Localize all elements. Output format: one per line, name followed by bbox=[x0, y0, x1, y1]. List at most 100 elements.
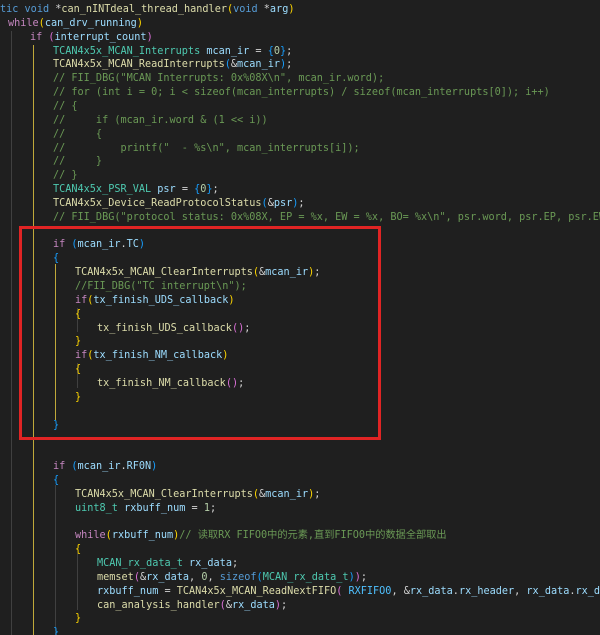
code-line: } bbox=[75, 391, 81, 405]
code-line: // FII_DBG("MCAN Interrupts: 0x%08X\n", … bbox=[53, 72, 384, 86]
code-token: // FII_DBG("protocol status: 0x%08X, EP … bbox=[53, 211, 600, 223]
code-line: memset(&rx_data, 0, sizeof(MCAN_rx_data_… bbox=[97, 571, 367, 585]
code-token: MCAN_rx_data_t bbox=[262, 571, 349, 583]
code-token: // FII_DBG("MCAN Interrupts: 0x%08X\n", … bbox=[53, 73, 385, 85]
code-line: MCAN_rx_data_t rx_data; bbox=[97, 557, 238, 571]
code-line: //FII_DBG("TC interrupt\n"); bbox=[75, 280, 247, 294]
code-token: ; bbox=[314, 267, 321, 279]
code-token: rx_data bbox=[189, 558, 232, 569]
code-token: interrupt_count bbox=[54, 31, 147, 43]
code-token: rx_data bbox=[409, 585, 453, 597]
code-editor[interactable]: tic void *can_nINTdeal_thread_handler(vo… bbox=[0, 0, 600, 635]
code-token: rxbuff_num bbox=[124, 502, 192, 514]
code-token: = bbox=[164, 585, 177, 597]
code-line: rxbuff_num = TCAN4x5x_MCAN_ReadNextFIFO(… bbox=[97, 585, 600, 599]
code-line: if (mcan_ir.RF0N) bbox=[53, 460, 157, 474]
indent-guide bbox=[55, 485, 56, 635]
code-token: TCAN4x5x_Device_ReadProtocolStatus bbox=[53, 197, 262, 209]
code-token: can_analysis_handler bbox=[97, 599, 220, 611]
code-token: // { bbox=[53, 128, 103, 140]
code-token: mcan_ir bbox=[237, 59, 280, 71]
code-token: = bbox=[255, 45, 268, 57]
code-token: { bbox=[75, 544, 82, 556]
code-line: } bbox=[53, 419, 59, 433]
code-token: ; bbox=[360, 571, 367, 583]
code-token: mcan_ir bbox=[206, 45, 256, 57]
code-token: ; bbox=[231, 558, 239, 569]
indent-guide bbox=[77, 553, 78, 610]
code-token: ) bbox=[288, 4, 295, 15]
code-token: // for (int i = 0; i < sizeof(mcan_inter… bbox=[53, 87, 550, 99]
code-token: RXFIFO0 bbox=[348, 585, 392, 597]
code-line: { bbox=[75, 363, 81, 377]
code-token: = bbox=[181, 184, 195, 196]
code-token: // printf(" - %s\n", mcan_interrupts[i])… bbox=[53, 142, 360, 154]
indent-guide bbox=[33, 45, 34, 635]
code-line: TCAN4x5x_MCAN_Interrupts mcan_ir = {0}; bbox=[53, 45, 292, 59]
code-token: can_drv_running bbox=[44, 17, 137, 29]
code-token: mcan_ir bbox=[77, 239, 121, 251]
code-token: if bbox=[53, 239, 72, 251]
code-token: // { bbox=[53, 100, 78, 112]
code-token: TCAN4x5x_MCAN_Interrupts bbox=[53, 45, 207, 57]
code-token: RF0N bbox=[126, 461, 152, 473]
code-token: , bbox=[189, 571, 202, 583]
code-token: ; bbox=[244, 322, 251, 334]
code-line: // if (mcan_ir.word & (1 << i)) bbox=[53, 114, 268, 128]
code-token: // } bbox=[53, 156, 103, 168]
code-token: while bbox=[75, 530, 106, 542]
code-token: = bbox=[191, 502, 204, 514]
code-token: mcan_ir bbox=[265, 488, 309, 500]
code-line: } bbox=[75, 335, 81, 349]
code-line: // FII_DBG("protocol status: 0x%08X, EP … bbox=[53, 211, 600, 225]
code-token: } bbox=[75, 613, 82, 625]
code-token: psr bbox=[273, 197, 293, 209]
code-token: , bbox=[391, 585, 404, 597]
code-token: tx_finish_UDS_callback bbox=[97, 322, 232, 334]
code-token: ; bbox=[212, 184, 219, 196]
code-token: if bbox=[30, 31, 49, 43]
code-token: // if (mcan_ir.word & (1 << i)) bbox=[53, 114, 268, 126]
code-token: ; bbox=[209, 502, 217, 514]
code-token: if bbox=[75, 350, 88, 362]
code-token: rx_data bbox=[146, 571, 190, 583]
code-token: while bbox=[8, 17, 39, 29]
code-line: if (interrupt_count) bbox=[30, 31, 153, 45]
code-token: memset bbox=[97, 571, 134, 583]
code-token: // 读取RX FIFO0中的元素,直到FIFO0中的数据全部取出 bbox=[179, 530, 447, 542]
code-token: TCAN4x5x_PSR_VAL bbox=[53, 184, 158, 196]
code-token: psr bbox=[157, 184, 182, 196]
code-token: , bbox=[207, 571, 220, 583]
code-token: tx_finish_NM_callback bbox=[93, 350, 223, 362]
code-token: mcan_ir bbox=[77, 461, 121, 473]
code-token: ; bbox=[238, 377, 245, 389]
code-token: { bbox=[75, 364, 82, 376]
code-token: ) bbox=[228, 294, 235, 306]
code-token: uint8_t bbox=[75, 502, 125, 514]
code-token: rxbuff_num bbox=[111, 530, 174, 542]
code-token: can_nINTdeal_thread_handler bbox=[61, 4, 227, 15]
code-line: tic void *can_nINTdeal_thread_handler(vo… bbox=[0, 3, 294, 17]
code-line: { bbox=[53, 474, 59, 488]
code-token: mcan_ir bbox=[265, 267, 309, 279]
code-token: ) bbox=[138, 239, 146, 251]
code-token: ) bbox=[222, 350, 229, 362]
code-token: ( bbox=[336, 585, 349, 597]
code-token: TCAN4x5x_MCAN_ClearInterrupts bbox=[75, 267, 253, 279]
code-token: sizeof bbox=[219, 571, 257, 583]
code-line: if (mcan_ir.TC) bbox=[53, 238, 145, 252]
code-line: if(tx_finish_NM_callback) bbox=[75, 349, 228, 363]
code-line: } bbox=[75, 612, 81, 626]
code-line: { bbox=[75, 543, 81, 557]
code-line: tx_finish_NM_callback(); bbox=[97, 377, 244, 391]
code-token: ; bbox=[286, 45, 293, 57]
code-token: void bbox=[233, 4, 264, 15]
code-token: ; bbox=[286, 59, 293, 71]
code-token: //FII_DBG("TC interrupt\n"); bbox=[75, 281, 247, 292]
code-line: } bbox=[53, 626, 59, 635]
code-token: { bbox=[53, 474, 60, 486]
code-token: , bbox=[514, 585, 527, 597]
code-token: TC bbox=[126, 239, 139, 251]
code-token: if bbox=[75, 294, 88, 306]
code-token: arg bbox=[269, 4, 289, 15]
